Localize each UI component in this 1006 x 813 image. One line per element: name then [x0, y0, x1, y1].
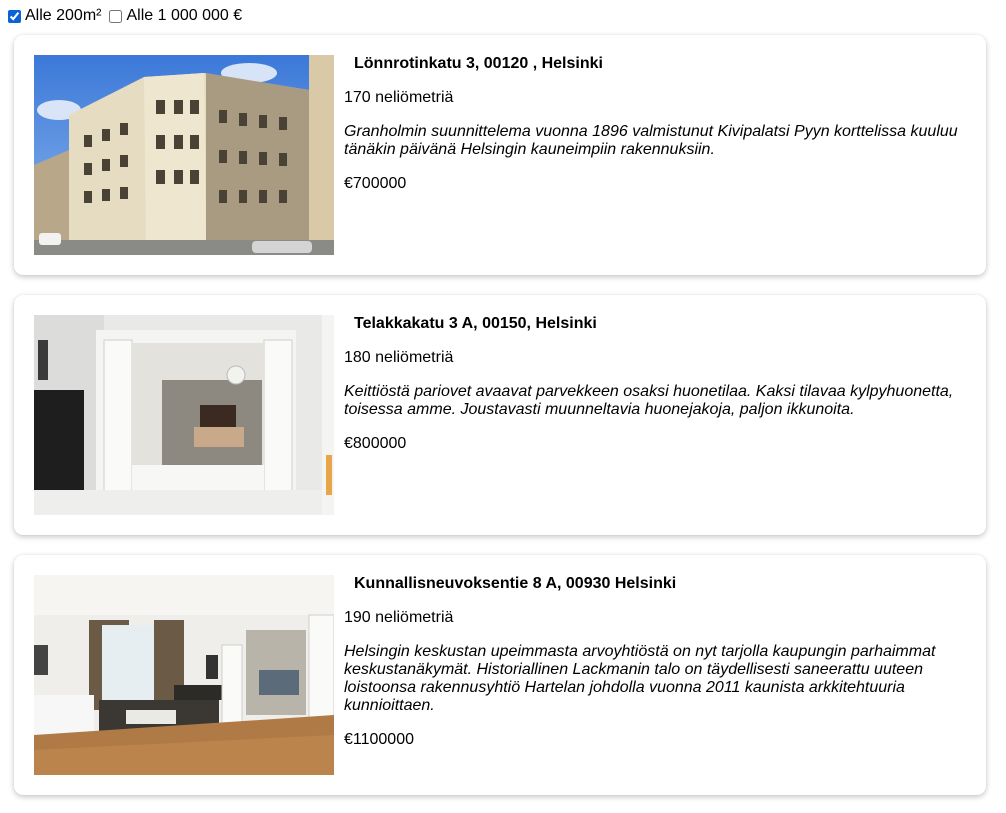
living-room-interior-photo — [34, 575, 334, 775]
price-checkbox[interactable] — [109, 9, 123, 23]
listing-area: 180 neliömetriä — [344, 349, 454, 366]
listing-address: Lönnrotinkatu 3, 00120 , Helsinki — [354, 55, 603, 72]
filter-price[interactable]: Alle 1 000 000 € — [109, 7, 242, 25]
listing-area: 170 neliömetriä — [344, 89, 454, 106]
listing-price: €800000 — [344, 435, 407, 452]
bedroom-interior-photo — [34, 315, 334, 515]
price-checkbox-label: Alle 1 000 000 € — [126, 7, 243, 24]
listing-card: Lönnrotinkatu 3, 00120 , Helsinki 170 ne… — [14, 35, 986, 275]
filter-area[interactable]: Alle 200m² — [8, 7, 101, 25]
listing-area: 190 neliömetriä — [344, 609, 454, 626]
area-checkbox-label: Alle 200m² — [25, 7, 102, 24]
listing-description: Helsingin keskustan upeimmasta arvoyhtiö… — [344, 643, 936, 714]
listing-price: €1100000 — [344, 731, 414, 748]
area-checkbox[interactable] — [8, 9, 21, 23]
listing-card: Kunnallisneuvoksentie 8 A, 00930 Helsink… — [14, 555, 986, 795]
listing-address: Kunnallisneuvoksentie 8 A, 00930 Helsink… — [354, 575, 677, 592]
listing-description: Keittiöstä pariovet avaavat parvekkeen o… — [344, 383, 954, 418]
listing-card: Telakkakatu 3 A, 00150, Helsinki 180 nel… — [14, 295, 986, 535]
listing-description: Granholmin suunnittelema vuonna 1896 val… — [344, 123, 958, 158]
listing-price: €700000 — [344, 175, 407, 192]
filter-bar: Alle 200m² Alle 1 000 000 € — [8, 6, 250, 26]
building-exterior-photo — [34, 55, 334, 255]
listing-address: Telakkakatu 3 A, 00150, Helsinki — [354, 315, 597, 332]
